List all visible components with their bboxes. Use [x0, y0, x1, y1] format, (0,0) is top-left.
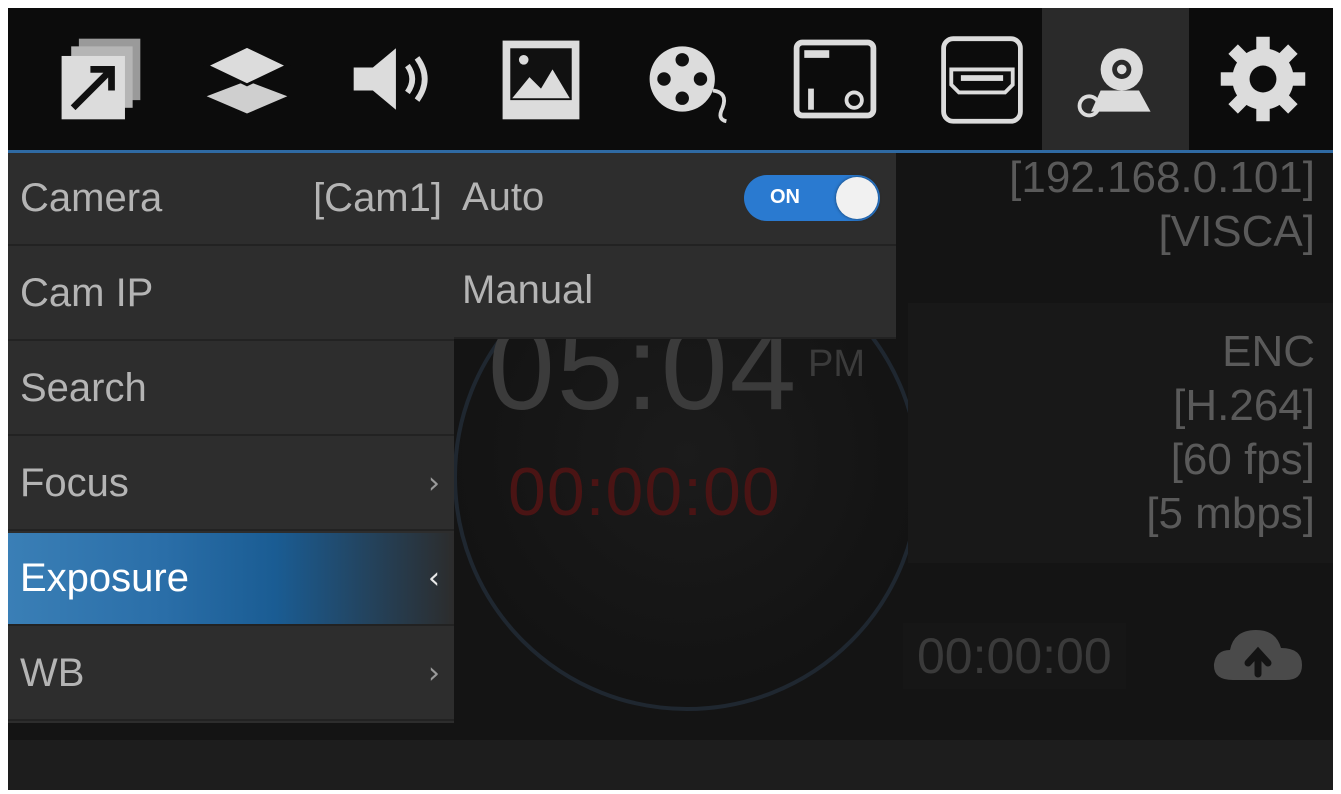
- audio-icon: [353, 48, 428, 110]
- menu-item-focus[interactable]: Focus ›: [8, 438, 454, 531]
- tab-output[interactable]: [26, 8, 173, 150]
- auto-exposure-toggle[interactable]: ON: [744, 175, 880, 221]
- clock-ampm: PM: [808, 343, 865, 385]
- menu-item-wb[interactable]: WB ›: [8, 628, 454, 721]
- output-icon: [61, 38, 140, 120]
- chevron-right-icon: ›: [428, 466, 440, 501]
- top-toolbar: [8, 8, 1333, 153]
- menu-item-exposure[interactable]: Exposure ‹: [8, 533, 454, 626]
- device-screen: 05:04 PM 00:00:00 [192.168.0.101] [VISCA…: [8, 8, 1333, 790]
- menu-item-label: Focus: [20, 461, 129, 505]
- tab-video[interactable]: [614, 8, 761, 150]
- record-timer: 00:00:00: [508, 454, 781, 530]
- submenu-item-manual[interactable]: Manual: [454, 246, 896, 339]
- fps-readout: [60 fps]: [1170, 435, 1315, 484]
- submenu-item-label: Manual: [462, 268, 594, 312]
- layers-icon: [202, 44, 291, 114]
- enc-label: ENC: [1222, 327, 1315, 376]
- menu-item-label: Search: [20, 366, 147, 410]
- window-settings-icon: [793, 39, 876, 119]
- tab-settings[interactable]: [1189, 8, 1333, 150]
- exposure-submenu: Auto ON Manual: [454, 153, 896, 339]
- menu-item-search[interactable]: Search: [8, 343, 454, 436]
- camera-value: [Cam1]: [313, 176, 442, 220]
- tab-audio[interactable]: [320, 8, 467, 150]
- stream-timer: 00:00:00: [903, 623, 1126, 689]
- protocol-readout: [VISCA]: [1158, 207, 1316, 256]
- camera-menu: Camera [Cam1] Cam IP Search Focus › Expo…: [8, 153, 454, 723]
- menu-item-label: Cam IP: [20, 271, 154, 315]
- menu-item-cam-ip[interactable]: Cam IP: [8, 248, 454, 341]
- tab-window-settings[interactable]: [761, 8, 908, 150]
- image-icon: [502, 40, 579, 120]
- menu-item-label: WB: [20, 651, 85, 695]
- menu-item-label: Camera: [20, 176, 163, 220]
- toggle-knob: [836, 177, 878, 219]
- tab-image[interactable]: [467, 8, 614, 150]
- submenu-item-label: Auto: [462, 175, 545, 219]
- bitrate-readout: [5 mbps]: [1146, 489, 1315, 538]
- cam-ip-readout: [192.168.0.101]: [1009, 153, 1315, 202]
- tab-layers[interactable]: [173, 8, 320, 150]
- tab-camera-settings[interactable]: [1042, 8, 1189, 150]
- video-reel-icon: [649, 46, 727, 124]
- hdmi-icon: [940, 36, 1023, 124]
- toggle-state-label: ON: [770, 186, 800, 208]
- submenu-item-auto[interactable]: Auto ON: [454, 153, 896, 246]
- camera-settings-icon: [1077, 48, 1151, 118]
- chevron-right-icon: ›: [428, 656, 440, 691]
- menu-item-camera[interactable]: Camera [Cam1]: [8, 153, 454, 246]
- tab-hdmi[interactable]: [908, 8, 1055, 150]
- gear-icon: [1220, 36, 1305, 122]
- codec-readout: [H.264]: [1173, 381, 1315, 430]
- menu-item-label: Exposure: [20, 556, 189, 600]
- bottom-bar: [8, 740, 1333, 790]
- cloud-upload-icon[interactable]: [1208, 618, 1308, 688]
- chevron-left-icon: ‹: [428, 561, 440, 596]
